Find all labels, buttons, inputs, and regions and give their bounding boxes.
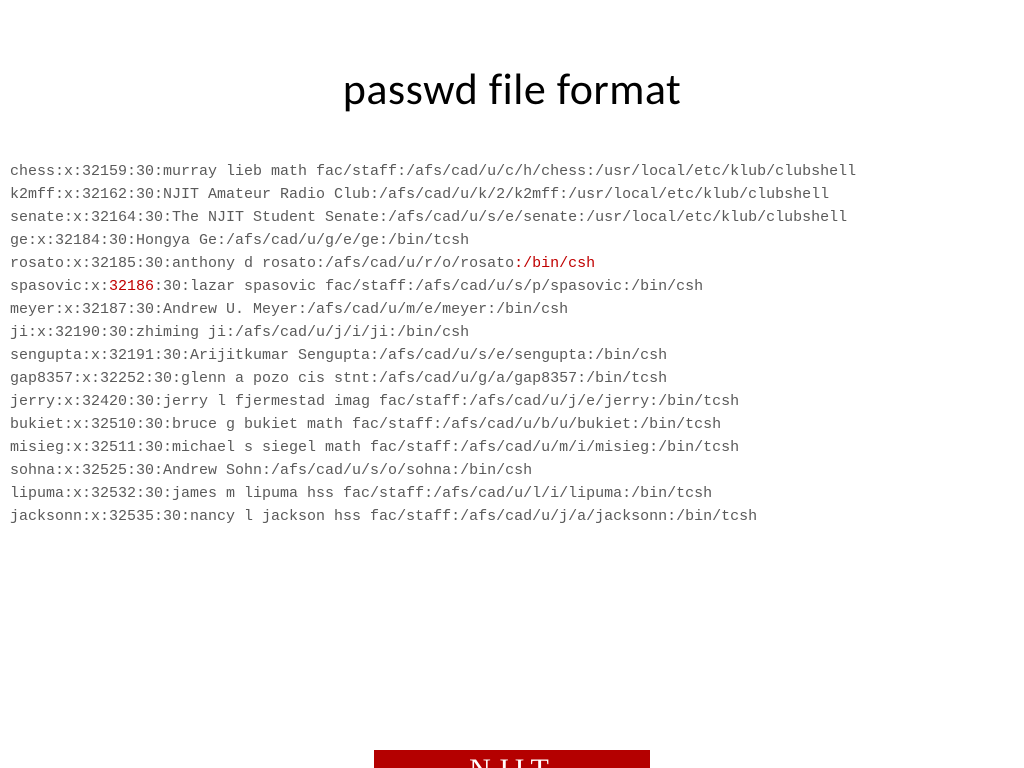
highlighted-text: :/bin/csh — [514, 255, 595, 272]
passwd-line: k2mff:x:32162:30:NJIT Amateur Radio Club… — [10, 183, 1014, 206]
passwd-text: ge:x:32184:30:Hongya Ge:/afs/cad/u/g/e/g… — [10, 232, 469, 249]
passwd-line: meyer:x:32187:30:Andrew U. Meyer:/afs/ca… — [10, 298, 1014, 321]
passwd-text: spasovic:x: — [10, 278, 109, 295]
passwd-text: senate:x:32164:30:The NJIT Student Senat… — [10, 209, 847, 226]
passwd-line: lipuma:x:32532:30:james m lipuma hss fac… — [10, 482, 1014, 505]
passwd-text: jerry:x:32420:30:jerry l fjermestad imag… — [10, 393, 739, 410]
highlighted-text: 32186 — [109, 278, 154, 295]
passwd-text: ji:x:32190:30:zhiming ji:/afs/cad/u/j/i/… — [10, 324, 469, 341]
passwd-line: ji:x:32190:30:zhiming ji:/afs/cad/u/j/i/… — [10, 321, 1014, 344]
passwd-text: sengupta:x:32191:30:Arijitkumar Sengupta… — [10, 347, 667, 364]
passwd-text: chess:x:32159:30:murray lieb math fac/st… — [10, 163, 856, 180]
logo-text-big: NJIT — [469, 755, 555, 768]
passwd-line: misieg:x:32511:30:michael s siegel math … — [10, 436, 1014, 459]
footer: 6-9-15 NJIT New Jersey Institute of Tech… — [0, 744, 1024, 768]
passwd-line: spasovic:x:32186:30:lazar spasovic fac/s… — [10, 275, 1014, 298]
slide-title: passwd file format — [0, 62, 1024, 116]
passwd-line: rosato:x:32185:30:anthony d rosato:/afs/… — [10, 252, 1014, 275]
passwd-text: rosato:x:32185:30:anthony d rosato:/afs/… — [10, 255, 514, 272]
passwd-text: bukiet:x:32510:30:bruce g bukiet math fa… — [10, 416, 721, 433]
passwd-line: sohna:x:32525:30:Andrew Sohn:/afs/cad/u/… — [10, 459, 1014, 482]
passwd-line: sengupta:x:32191:30:Arijitkumar Sengupta… — [10, 344, 1014, 367]
passwd-line: senate:x:32164:30:The NJIT Student Senat… — [10, 206, 1014, 229]
passwd-content: chess:x:32159:30:murray lieb math fac/st… — [0, 160, 1024, 528]
passwd-text: sohna:x:32525:30:Andrew Sohn:/afs/cad/u/… — [10, 462, 532, 479]
passwd-text: lipuma:x:32532:30:james m lipuma hss fac… — [10, 485, 712, 502]
passwd-line: jerry:x:32420:30:jerry l fjermestad imag… — [10, 390, 1014, 413]
passwd-text: gap8357:x:32252:30:glenn a pozo cis stnt… — [10, 370, 667, 387]
passwd-text: jacksonn:x:32535:30:nancy l jackson hss … — [10, 508, 757, 525]
passwd-line: chess:x:32159:30:murray lieb math fac/st… — [10, 160, 1014, 183]
passwd-line: bukiet:x:32510:30:bruce g bukiet math fa… — [10, 413, 1014, 436]
passwd-text: meyer:x:32187:30:Andrew U. Meyer:/afs/ca… — [10, 301, 568, 318]
passwd-text: :30:lazar spasovic fac/staff:/afs/cad/u/… — [154, 278, 703, 295]
passwd-line: jacksonn:x:32535:30:nancy l jackson hss … — [10, 505, 1014, 528]
njit-logo: NJIT New Jersey Institute of Technology — [374, 750, 650, 768]
passwd-text: k2mff:x:32162:30:NJIT Amateur Radio Club… — [10, 186, 829, 203]
passwd-text: misieg:x:32511:30:michael s siegel math … — [10, 439, 739, 456]
slide: passwd file format chess:x:32159:30:murr… — [0, 62, 1024, 768]
passwd-line: gap8357:x:32252:30:glenn a pozo cis stnt… — [10, 367, 1014, 390]
passwd-line: ge:x:32184:30:Hongya Ge:/afs/cad/u/g/e/g… — [10, 229, 1014, 252]
